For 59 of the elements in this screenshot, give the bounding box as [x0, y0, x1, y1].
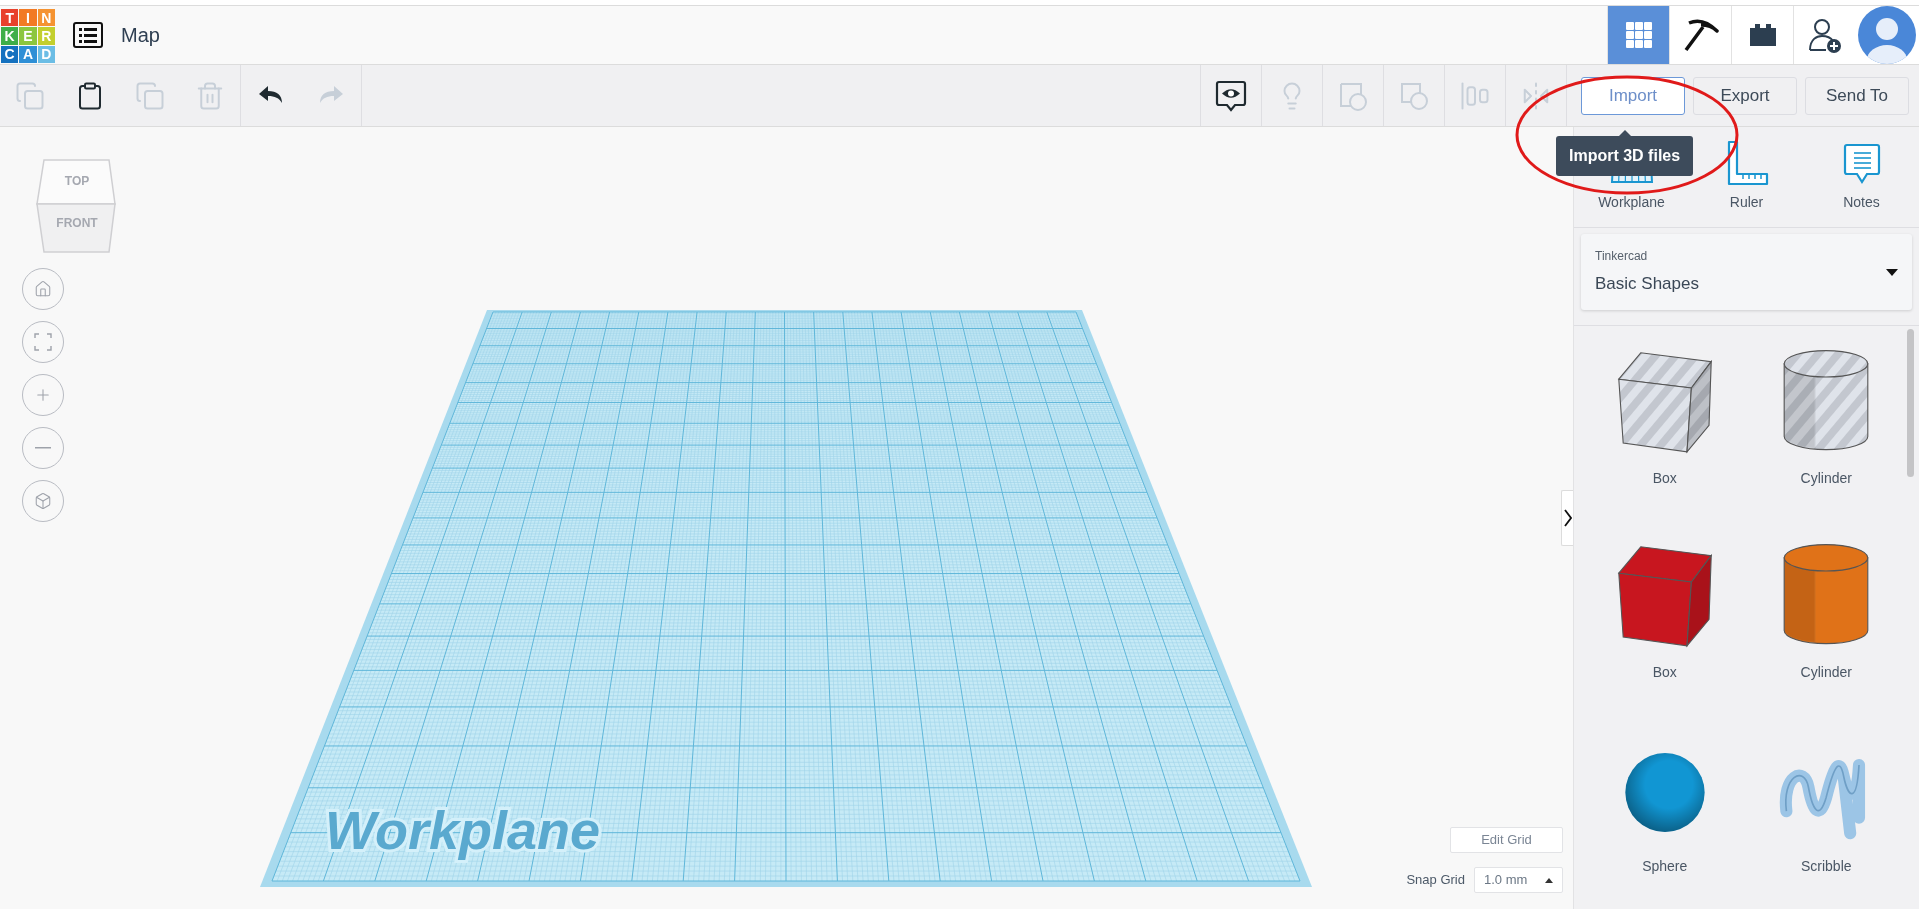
design-title[interactable]: Map [121, 20, 160, 50]
align-icon [1460, 80, 1490, 111]
cube-icon [34, 492, 52, 510]
shape-item[interactable]: Sphere [1584, 732, 1746, 909]
collapse-panel-button[interactable] [1561, 490, 1573, 546]
logo-letter: I [19, 9, 37, 27]
shape-item[interactable]: Box [1584, 344, 1746, 538]
tinkercad-logo[interactable]: T I N K E R C A D [1, 9, 55, 63]
notes-tool-button[interactable]: Notes [1811, 142, 1912, 213]
shape-item[interactable]: Scribble [1745, 732, 1907, 909]
perspective-button[interactable] [22, 480, 64, 522]
notes-icon [1841, 142, 1882, 186]
minus-icon [35, 447, 51, 449]
shape-item[interactable]: Cylinder [1745, 344, 1907, 538]
copy-icon [15, 80, 45, 111]
logo-letter: C [1, 45, 19, 63]
trash-icon [195, 80, 225, 111]
tooltip: Import 3D files [1556, 136, 1694, 176]
logo-letter: D [37, 45, 55, 63]
eye-bubble-icon [1215, 78, 1247, 113]
chevron-right-icon [1563, 509, 1572, 527]
ruler-tool-button[interactable]: Ruler [1696, 140, 1797, 213]
library-name: Basic Shapes [1595, 273, 1699, 296]
home-icon [34, 280, 52, 298]
toolbar-action-button[interactable]: Send To [1805, 76, 1909, 115]
view-cube-drawing[interactable] [35, 158, 119, 255]
edit-grid-button[interactable]: Edit Grid [1450, 827, 1563, 853]
shape-item[interactable]: Box [1584, 538, 1746, 732]
plus-icon [34, 386, 52, 404]
library-source-label: Tinkercad [1595, 248, 1649, 266]
logo-letter: E [19, 27, 37, 45]
pickaxe-view-button[interactable] [1669, 6, 1731, 64]
logo-letter: A [19, 45, 37, 63]
invite-user-icon[interactable] [1793, 6, 1855, 64]
snap-grid-select[interactable]: 1.0 mm [1474, 867, 1563, 893]
scrollbar-thumb[interactable] [1907, 329, 1914, 477]
logo-letter: N [37, 9, 55, 27]
brick-view-button[interactable] [1731, 6, 1793, 64]
shape-library-select[interactable]: Tinkercad Basic Shapes [1581, 234, 1912, 310]
home-view-button[interactable] [22, 268, 64, 310]
grid-icon [1623, 20, 1654, 50]
caret-icon [1886, 268, 1898, 276]
fit-view-button[interactable] [22, 321, 64, 363]
zoom-in-button[interactable] [22, 374, 64, 416]
logo-letter: K [1, 27, 19, 45]
logo-letter: R [37, 27, 55, 45]
avatar-icon[interactable] [1855, 6, 1919, 64]
shape-item[interactable]: Cylinder [1745, 538, 1907, 732]
toolbar-action-button[interactable]: Export [1693, 76, 1797, 115]
caret-icon [1545, 877, 1553, 883]
zoom-out-button[interactable] [22, 427, 64, 469]
logo-letter: T [1, 9, 19, 27]
mirror-icon [1521, 80, 1551, 111]
cube-front-label: FRONT [55, 215, 99, 232]
menu-icon[interactable] [73, 22, 103, 48]
duplicate-icon [135, 80, 165, 111]
snap-grid-label: Snap Grid [1406, 871, 1465, 890]
fit-corners-icon [33, 332, 53, 352]
cube-top-label: TOP [63, 173, 91, 190]
